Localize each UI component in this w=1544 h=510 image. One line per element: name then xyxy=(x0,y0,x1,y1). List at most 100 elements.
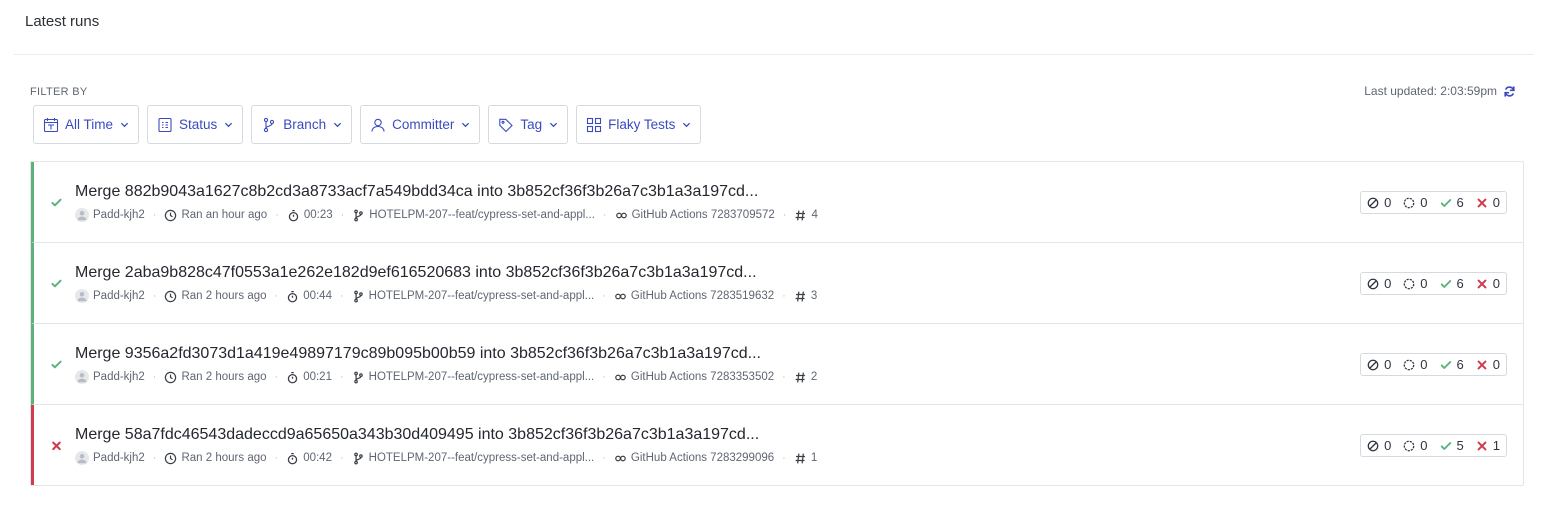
branch-icon xyxy=(352,209,365,222)
chevron-down-icon xyxy=(120,120,129,129)
chevron-down-icon xyxy=(333,120,342,129)
calendar-icon xyxy=(43,117,59,133)
avatar xyxy=(75,289,89,303)
run-row[interactable]: Merge 9356a2fd3073d1a419e49897179c89b095… xyxy=(31,324,1523,405)
branch-name[interactable]: HOTELPM-207--feat/cypress-set-and-appl..… xyxy=(369,290,595,302)
committer-name: Padd-kjh2 xyxy=(93,209,145,221)
run-row[interactable]: Merge 58a7fdc46543dadeccd9a65650a343b30d… xyxy=(31,405,1523,485)
filter-label: FILTER BY xyxy=(30,86,88,98)
passed-icon xyxy=(1440,197,1452,209)
filter-label-text: Branch xyxy=(283,117,327,132)
failed-icon xyxy=(1476,278,1488,290)
meta-separator: · xyxy=(602,452,606,464)
chevron-down-icon xyxy=(224,120,233,129)
run-title[interactable]: Merge 9356a2fd3073d1a419e49897179c89b095… xyxy=(75,345,761,363)
chevron-down-icon xyxy=(682,120,691,129)
committer-name: Padd-kjh2 xyxy=(93,290,145,302)
passed-count: 6 xyxy=(1456,195,1464,210)
run-title[interactable]: Merge 58a7fdc46543dadeccd9a65650a343b30d… xyxy=(75,426,759,444)
refresh-icon[interactable] xyxy=(1503,85,1516,98)
duration: 00:21 xyxy=(303,371,332,383)
run-row[interactable]: Merge 882b9043a1627c8b2cd3a8733acf7a549b… xyxy=(31,162,1523,243)
filter-branch-button[interactable]: Branch xyxy=(251,105,353,144)
failed-status-icon xyxy=(50,439,63,452)
branch-icon xyxy=(261,117,277,133)
meta-separator: · xyxy=(340,209,345,221)
filter-tag-button[interactable]: Tag xyxy=(488,105,569,144)
branch-icon xyxy=(352,290,365,303)
skipped-icon xyxy=(1367,197,1379,209)
failed-count: 1 xyxy=(1492,438,1500,453)
ran-time: Ran 2 hours ago xyxy=(181,290,267,302)
check-icon xyxy=(50,358,63,371)
meta-separator: · xyxy=(274,371,279,383)
meta-separator: · xyxy=(275,209,279,221)
failed-icon xyxy=(1476,197,1488,209)
meta-separator: · xyxy=(152,452,157,464)
last-updated-text: Last updated: 2:03:59pm xyxy=(1364,84,1497,98)
ci-provider[interactable]: GitHub Actions 7283709572 xyxy=(632,209,775,221)
stopwatch-icon xyxy=(287,209,300,222)
meta-separator: · xyxy=(152,290,157,302)
branch-name[interactable]: HOTELPM-207--feat/cypress-set-and-appl..… xyxy=(369,452,595,464)
meta-separator: · xyxy=(339,290,344,302)
ci-link-icon xyxy=(614,452,627,465)
filter-label-text: All Time xyxy=(65,117,114,132)
meta-separator: · xyxy=(602,290,606,302)
run-number: 1 xyxy=(810,452,818,464)
filter-flaky-tests-button[interactable]: Flaky Tests xyxy=(576,105,702,144)
clock-icon xyxy=(164,452,177,465)
check-icon xyxy=(50,277,63,290)
test-counts: 0 0 6 0 xyxy=(1360,191,1507,214)
ci-provider[interactable]: GitHub Actions 7283299096 xyxy=(631,452,774,464)
filter-committer-button[interactable]: Committer xyxy=(360,105,481,144)
clock-icon xyxy=(164,290,177,303)
meta-separator: · xyxy=(782,209,787,221)
branch-icon xyxy=(352,371,365,384)
ran-time: Ran 2 hours ago xyxy=(181,371,267,383)
meta-separator: · xyxy=(782,371,786,383)
filter-label-text: Tag xyxy=(520,117,543,132)
avatar xyxy=(75,451,89,465)
branch-name[interactable]: HOTELPM-207--feat/cypress-set-and-appl..… xyxy=(369,371,595,383)
run-row[interactable]: Merge 2aba9b828c47f0553a1e262e182d9ef616… xyxy=(31,243,1523,324)
run-meta: Padd-kjh2 · Ran an hour ago · 00:23 · HO… xyxy=(75,208,818,222)
filter-bar: All Time Status Branch Committer Tag Fla xyxy=(33,105,702,144)
filter-all-time-button[interactable]: All Time xyxy=(33,105,140,144)
ci-provider[interactable]: GitHub Actions 7283519632 xyxy=(631,290,774,302)
user-icon xyxy=(370,117,386,133)
hash-icon xyxy=(794,452,807,465)
pending-icon xyxy=(1403,359,1415,371)
skipped-icon xyxy=(1367,440,1379,452)
filter-status-button[interactable]: Status xyxy=(147,105,244,144)
hash-icon xyxy=(794,209,807,222)
ci-provider[interactable]: GitHub Actions 7283353502 xyxy=(631,371,774,383)
filter-label-text: Flaky Tests xyxy=(608,117,676,132)
last-updated: Last updated: 2:03:59pm xyxy=(1364,84,1516,98)
test-counts: 0 0 6 0 xyxy=(1360,272,1507,295)
tag-icon xyxy=(498,117,514,133)
passed-icon xyxy=(1440,440,1452,452)
failed-count: 0 xyxy=(1492,357,1500,372)
branch-icon xyxy=(352,452,365,465)
run-number: 3 xyxy=(810,290,818,302)
failed-icon xyxy=(1476,359,1488,371)
failed-count: 0 xyxy=(1492,195,1500,210)
flaky-tests-icon xyxy=(586,117,602,133)
branch-name[interactable]: HOTELPM-207--feat/cypress-set-and-appl..… xyxy=(369,209,595,221)
pending-icon xyxy=(1403,440,1415,452)
clock-icon xyxy=(164,371,177,384)
hash-icon xyxy=(794,290,807,303)
run-title[interactable]: Merge 2aba9b828c47f0553a1e262e182d9ef616… xyxy=(75,264,757,282)
failed-count: 0 xyxy=(1492,276,1500,291)
hash-icon xyxy=(794,371,807,384)
ci-link-icon xyxy=(614,290,627,303)
meta-separator: · xyxy=(602,209,607,221)
avatar xyxy=(75,370,89,384)
stopwatch-icon xyxy=(286,452,299,465)
passed-icon xyxy=(1440,359,1452,371)
run-title[interactable]: Merge 882b9043a1627c8b2cd3a8733acf7a549b… xyxy=(75,183,758,201)
duration: 00:42 xyxy=(303,452,332,464)
duration: 00:23 xyxy=(303,209,333,221)
meta-separator: · xyxy=(339,452,344,464)
